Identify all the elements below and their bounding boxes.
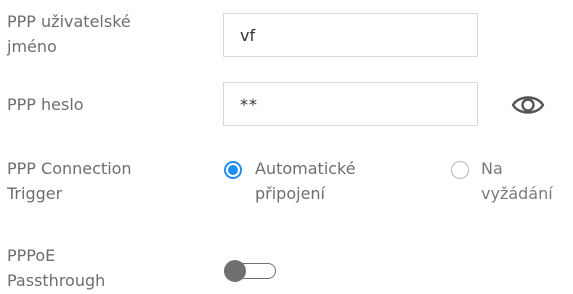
- eye-icon[interactable]: [510, 92, 546, 118]
- username-label: PPP uživatelské jméno: [7, 9, 131, 59]
- radio-automatic-label-line2: připojení: [255, 184, 325, 203]
- radio-on-demand[interactable]: [451, 161, 469, 179]
- radio-automatic-label-line1: Automatické: [255, 159, 356, 178]
- password-label: PPP heslo: [7, 95, 84, 114]
- connection-trigger-label-line1: PPP Connection: [7, 159, 132, 178]
- pppoe-passthrough-label: PPPoE Passthrough: [7, 243, 105, 293]
- toggle-knob: [224, 260, 246, 282]
- username-input[interactable]: [223, 13, 478, 57]
- radio-on-demand-label-line1: Na: [481, 159, 503, 178]
- radio-automatic[interactable]: [224, 161, 242, 179]
- password-input[interactable]: [223, 82, 478, 126]
- radio-on-demand-label-line2: vyžádání: [481, 184, 553, 203]
- connection-trigger-label-line2: Trigger: [7, 184, 63, 203]
- pppoe-passthrough-label-line2: Passthrough: [7, 271, 106, 290]
- pppoe-passthrough-toggle[interactable]: [224, 260, 278, 282]
- radio-on-demand-label[interactable]: Na vyžádání: [481, 156, 553, 206]
- connection-trigger-label: PPP Connection Trigger: [7, 156, 132, 206]
- username-label-line2: jméno: [7, 37, 57, 56]
- pppoe-passthrough-label-line1: PPPoE: [7, 246, 56, 265]
- radio-automatic-label[interactable]: Automatické připojení: [255, 156, 356, 206]
- username-label-line1: PPP uživatelské: [7, 12, 131, 31]
